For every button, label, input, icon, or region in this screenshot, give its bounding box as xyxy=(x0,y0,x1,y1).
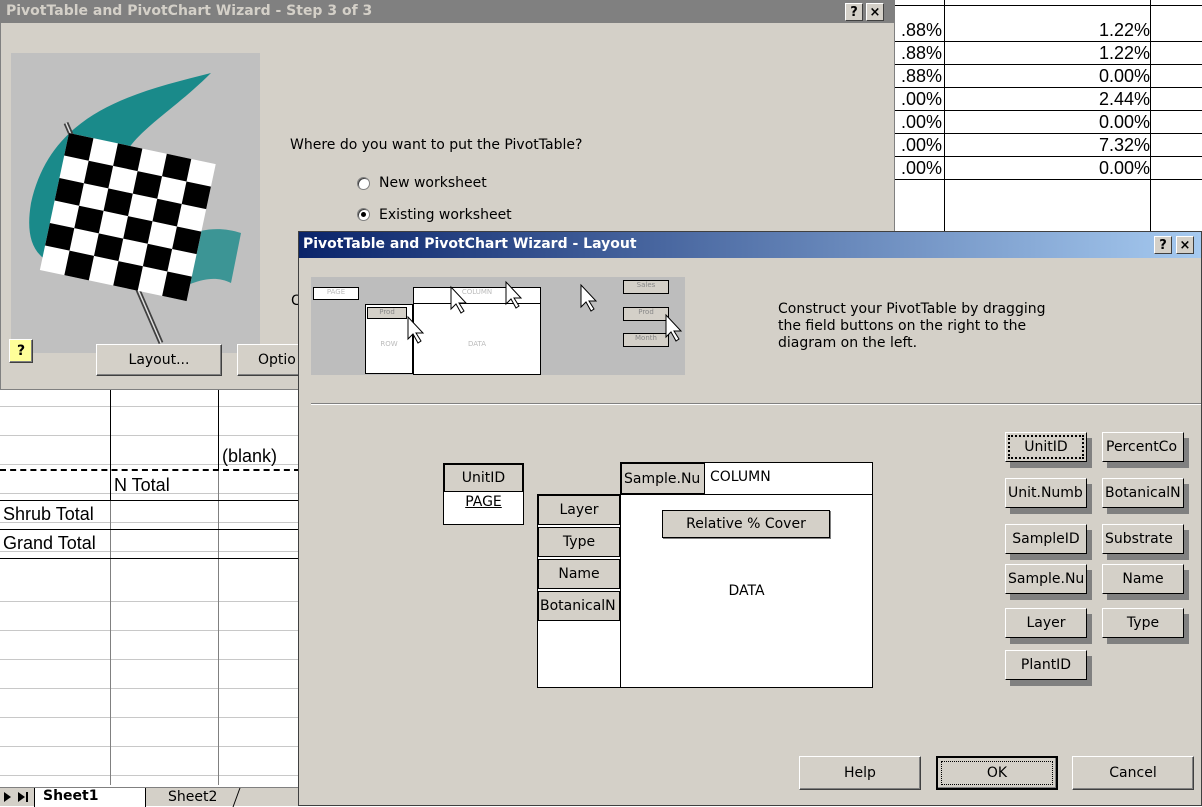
table-row[interactable]: .88% 1.22% xyxy=(895,19,1202,42)
cursor-arrows-icon xyxy=(407,280,683,344)
column-field-sample-nu[interactable]: Sample.Nu xyxy=(621,463,705,494)
close-icon[interactable]: × xyxy=(1176,236,1194,254)
field-sampleid[interactable]: SampleID xyxy=(1005,524,1087,554)
table-row[interactable]: .00% 2.44% xyxy=(895,88,1202,111)
separator xyxy=(311,403,1201,405)
n-total-cell[interactable]: N Total xyxy=(114,475,170,496)
data-field-relative-cover[interactable]: Relative % Cover xyxy=(662,510,830,538)
layout-preview-image: PAGE ROW DATA COLUMN Prod Sales Prod Mon… xyxy=(311,277,685,375)
help-icon[interactable]: ? xyxy=(1154,236,1172,254)
field-layer[interactable]: Layer xyxy=(1005,608,1087,638)
column-area-label: COLUMN xyxy=(710,469,771,485)
help-icon[interactable]: ? xyxy=(845,3,863,21)
field-type[interactable]: Type xyxy=(1102,608,1184,638)
field-substrate[interactable]: Substrate xyxy=(1102,524,1184,554)
row-border xyxy=(0,529,300,530)
field-percentco[interactable]: PercentCo xyxy=(1102,432,1184,462)
table-row[interactable]: .00% 0.00% xyxy=(895,157,1202,180)
sheet-tab-bar: Sheet1 Sheet2 xyxy=(0,787,300,807)
row-drop-area[interactable]: Layer Type Name BotanicalN xyxy=(537,494,621,688)
grand-total-cell[interactable]: Grand Total xyxy=(3,533,96,554)
layout-button[interactable]: Layout... xyxy=(96,344,222,376)
layout-title: PivotTable and PivotChart Wizard - Layou… xyxy=(303,236,637,252)
row-border xyxy=(0,558,300,559)
new-worksheet-radio[interactable] xyxy=(357,177,370,190)
field-sample-nu[interactable]: Sample.Nu xyxy=(1005,564,1087,594)
placement-question: Where do you want to put the PivotTable? xyxy=(290,137,583,153)
help-button[interactable]: Help xyxy=(799,756,921,790)
cancel-button[interactable]: Cancel xyxy=(1072,756,1194,790)
column-drop-area[interactable]: Sample.Nu COLUMN xyxy=(620,462,873,495)
next-sheet-icon[interactable] xyxy=(4,792,11,802)
instruction-line: diagram on the left. xyxy=(778,335,918,351)
field-unit-numb[interactable]: Unit.Numb xyxy=(1005,478,1087,508)
tab-sheet2[interactable]: Sheet2 xyxy=(146,789,236,806)
existing-worksheet-radio[interactable] xyxy=(357,208,370,221)
pivot-dashed-border xyxy=(0,469,300,471)
last-sheet-bar-icon xyxy=(26,792,28,802)
options-button[interactable]: Optio xyxy=(237,344,301,376)
field-name[interactable]: Name xyxy=(1102,564,1184,594)
close-icon[interactable]: × xyxy=(866,3,884,21)
page-field-unitid[interactable]: UnitID xyxy=(444,464,523,492)
ok-button[interactable]: OK xyxy=(936,756,1058,790)
row-border xyxy=(0,500,300,501)
step3-title: PivotTable and PivotChart Wizard - Step … xyxy=(6,3,373,19)
checkered-flag-image xyxy=(11,53,260,353)
instruction-line: Construct your PivotTable by dragging xyxy=(778,301,1046,317)
new-worksheet-label[interactable]: New worksheet xyxy=(379,175,487,191)
blank-cell[interactable]: (blank) xyxy=(222,446,277,467)
page-area-label: PAGE xyxy=(465,494,502,510)
existing-worksheet-label[interactable]: Existing worksheet xyxy=(379,207,512,223)
data-area-label: DATA xyxy=(728,583,765,599)
pivot-cell-border xyxy=(110,390,111,500)
layout-dialog: PivotTable and PivotChart Wizard - Layou… xyxy=(298,231,1202,806)
table-row[interactable]: .00% 7.32% xyxy=(895,134,1202,157)
step3-titlebar: PivotTable and PivotChart Wizard - Step … xyxy=(1,1,894,23)
row-field-layer[interactable]: Layer xyxy=(538,495,620,525)
layout-titlebar: PivotTable and PivotChart Wizard - Layou… xyxy=(299,232,1201,258)
table-row[interactable]: .00% 0.00% xyxy=(895,111,1202,134)
table-row[interactable]: .88% 0.00% xyxy=(895,65,1202,88)
layout-instructions: Construct your PivotTable by dragging th… xyxy=(778,301,1045,352)
focus-ring xyxy=(941,761,1053,785)
field-plantid[interactable]: PlantID xyxy=(1005,650,1087,680)
field-botanicaln[interactable]: BotanicalN xyxy=(1102,478,1184,508)
row-field-type[interactable]: Type xyxy=(538,527,620,557)
page-drop-area[interactable]: PAGE UnitID xyxy=(443,463,524,525)
row-field-name[interactable]: Name xyxy=(538,559,620,589)
field-unitid[interactable]: UnitID xyxy=(1005,432,1087,462)
help-icon[interactable]: ? xyxy=(9,339,33,363)
row-field-botanicaln[interactable]: BotanicalN xyxy=(538,591,620,621)
shrub-total-cell[interactable]: Shrub Total xyxy=(3,504,94,525)
last-sheet-icon[interactable] xyxy=(18,792,25,802)
table-row[interactable]: .88% 1.22% xyxy=(895,42,1202,65)
data-drop-area[interactable]: Relative % Cover DATA xyxy=(620,494,873,688)
pivot-cell-border xyxy=(218,390,219,470)
instruction-line: the field buttons on the right to the xyxy=(778,318,1027,334)
tab-sheet1[interactable]: Sheet1 xyxy=(34,788,146,807)
